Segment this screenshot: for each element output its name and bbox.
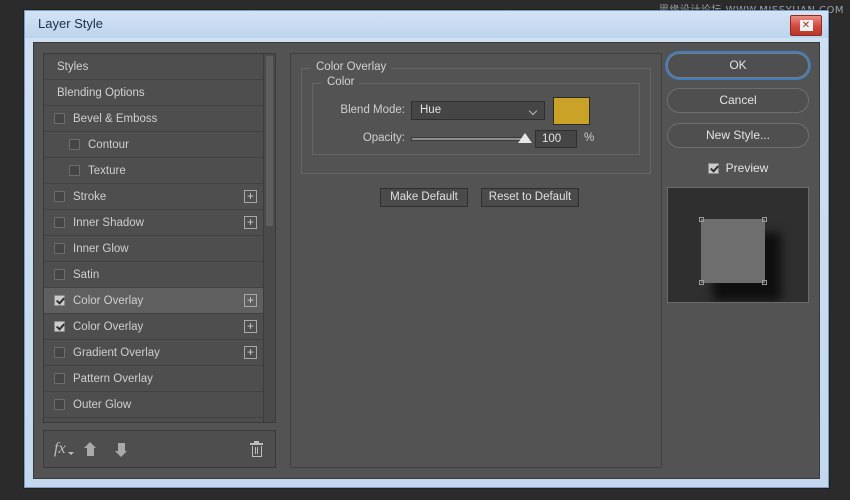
chevron-down-icon xyxy=(68,452,74,455)
blend-mode-value: Hue xyxy=(420,104,441,116)
style-enable-checkbox[interactable] xyxy=(54,295,65,306)
color-swatch[interactable] xyxy=(553,97,590,125)
style-enable-checkbox[interactable] xyxy=(54,243,65,254)
styles-list-scroll-thumb[interactable] xyxy=(266,56,273,226)
style-list-item-color-overlay[interactable]: Color Overlay + xyxy=(44,288,275,314)
style-preview-thumbnail xyxy=(667,187,809,303)
close-button[interactable]: ✕ xyxy=(790,15,822,36)
preview-toggle-row[interactable]: Preview xyxy=(667,158,809,178)
style-list-item-bevel-emboss[interactable]: Bevel & Emboss xyxy=(44,106,275,132)
preview-shape xyxy=(701,219,765,283)
preview-canvas xyxy=(673,193,803,297)
style-list-item-label: Inner Glow xyxy=(73,243,129,255)
style-list-item-label: Stroke xyxy=(73,191,106,203)
style-list-item-label: Satin xyxy=(73,269,99,281)
style-list-item-label: Bevel & Emboss xyxy=(73,113,157,125)
move-effect-up-icon[interactable] xyxy=(84,442,97,457)
duplicate-effect-plus-icon[interactable]: + xyxy=(244,346,257,359)
style-list-item-inner-glow[interactable]: Inner Glow xyxy=(44,236,275,262)
style-list-item-contour[interactable]: Contour xyxy=(44,132,275,158)
style-list-item-styles[interactable]: Styles xyxy=(44,54,275,80)
style-list-item-label: Pattern Overlay xyxy=(73,373,153,385)
style-list-item-inner-shadow[interactable]: Inner Shadow + xyxy=(44,210,275,236)
style-list-item-label: Color Overlay xyxy=(73,321,143,333)
style-list-item-label: Styles xyxy=(57,61,88,73)
style-list-item-label: Inner Shadow xyxy=(73,217,144,229)
cancel-button[interactable]: Cancel xyxy=(667,88,809,113)
opacity-slider-track[interactable] xyxy=(411,137,525,141)
chevron-down-icon xyxy=(530,108,537,112)
style-list-item-texture[interactable]: Texture xyxy=(44,158,275,184)
duplicate-effect-plus-icon[interactable]: + xyxy=(244,216,257,229)
new-style-button[interactable]: New Style... xyxy=(667,123,809,148)
blend-mode-select[interactable]: Hue xyxy=(411,101,545,120)
style-list-item-label: Color Overlay xyxy=(73,295,143,307)
style-list-item-stroke[interactable]: Stroke + xyxy=(44,184,275,210)
preview-label: Preview xyxy=(726,161,769,175)
styles-list[interactable]: Styles Blending Options Bevel & Emboss Cont… xyxy=(43,53,276,423)
effect-settings-panel: Color Overlay Color Blend Mode: Hue Opac… xyxy=(290,53,662,468)
preview-handle xyxy=(762,217,767,222)
opacity-label: Opacity: xyxy=(321,132,405,144)
ok-button[interactable]: OK xyxy=(667,53,809,78)
trash-icon[interactable] xyxy=(250,442,263,457)
style-list-item-pattern-overlay[interactable]: Pattern Overlay xyxy=(44,366,275,392)
style-enable-checkbox[interactable] xyxy=(54,321,65,332)
fx-icon[interactable]: fx xyxy=(54,440,66,458)
style-list-item-drop-shadow[interactable]: Drop Shadow+ xyxy=(44,418,275,423)
close-icon: ✕ xyxy=(800,20,813,31)
style-list-item-satin[interactable]: Satin xyxy=(44,262,275,288)
duplicate-effect-plus-icon[interactable]: + xyxy=(244,190,257,203)
make-default-button[interactable]: Make Default xyxy=(380,188,468,207)
style-list-item-label: Blending Options xyxy=(57,87,145,99)
desktop-background: 思缘设计论坛 WWW.MISSYUAN.COM Layer Style ✕ St… xyxy=(0,0,850,500)
opacity-input[interactable]: 100 xyxy=(535,130,577,148)
style-list-item-label: Texture xyxy=(88,165,126,177)
color-overlay-group-title: Color Overlay xyxy=(311,61,391,73)
dialog-actions-panel: OK Cancel New Style... Preview xyxy=(667,53,809,303)
opacity-slider-thumb[interactable] xyxy=(518,133,532,143)
style-enable-checkbox[interactable] xyxy=(54,373,65,384)
style-enable-checkbox[interactable] xyxy=(54,113,65,124)
duplicate-effect-plus-icon[interactable]: + xyxy=(244,294,257,307)
duplicate-effect-plus-icon[interactable]: + xyxy=(244,320,257,333)
style-enable-checkbox[interactable] xyxy=(69,165,80,176)
styles-toolbar: fx xyxy=(43,430,276,468)
preview-handle xyxy=(699,217,704,222)
style-enable-checkbox[interactable] xyxy=(54,399,65,410)
style-enable-checkbox[interactable] xyxy=(54,347,65,358)
style-enable-checkbox[interactable] xyxy=(54,269,65,280)
style-enable-checkbox[interactable] xyxy=(69,139,80,150)
preview-checkbox[interactable] xyxy=(708,163,719,174)
preview-handle xyxy=(699,280,704,285)
color-subgroup: Color Blend Mode: Hue Opacity: 100 % xyxy=(312,83,640,155)
style-list-item-outer-glow[interactable]: Outer Glow xyxy=(44,392,275,418)
fx-label: fx xyxy=(54,440,66,457)
style-list-item-label: Contour xyxy=(88,139,129,151)
style-enable-checkbox[interactable] xyxy=(54,191,65,202)
style-list-item-label: Gradient Overlay xyxy=(73,347,160,359)
blend-mode-label: Blend Mode: xyxy=(321,104,405,116)
style-list-item-gradient-overlay[interactable]: Gradient Overlay + xyxy=(44,340,275,366)
preview-handle xyxy=(762,280,767,285)
styles-list-scrollbar[interactable] xyxy=(263,54,275,422)
style-list-item-color-overlay[interactable]: Color Overlay + xyxy=(44,314,275,340)
style-enable-checkbox[interactable] xyxy=(54,217,65,228)
color-subgroup-title: Color xyxy=(322,76,359,88)
styles-column: Styles Blending Options Bevel & Emboss Cont… xyxy=(43,53,276,468)
reset-to-default-button[interactable]: Reset to Default xyxy=(481,188,579,207)
move-effect-down-icon[interactable] xyxy=(115,442,128,457)
color-overlay-group: Color Overlay Color Blend Mode: Hue Opac… xyxy=(301,68,651,174)
opacity-unit: % xyxy=(584,132,594,144)
layer-style-window: Layer Style ✕ Styles Blending Options Beve… xyxy=(24,10,829,488)
dialog-body: Styles Blending Options Bevel & Emboss Cont… xyxy=(33,42,820,479)
window-title: Layer Style xyxy=(38,16,103,31)
style-list-item-label: Outer Glow xyxy=(73,399,131,411)
style-list-item-blending-options[interactable]: Blending Options xyxy=(44,80,275,106)
window-titlebar[interactable]: Layer Style ✕ xyxy=(25,11,828,38)
